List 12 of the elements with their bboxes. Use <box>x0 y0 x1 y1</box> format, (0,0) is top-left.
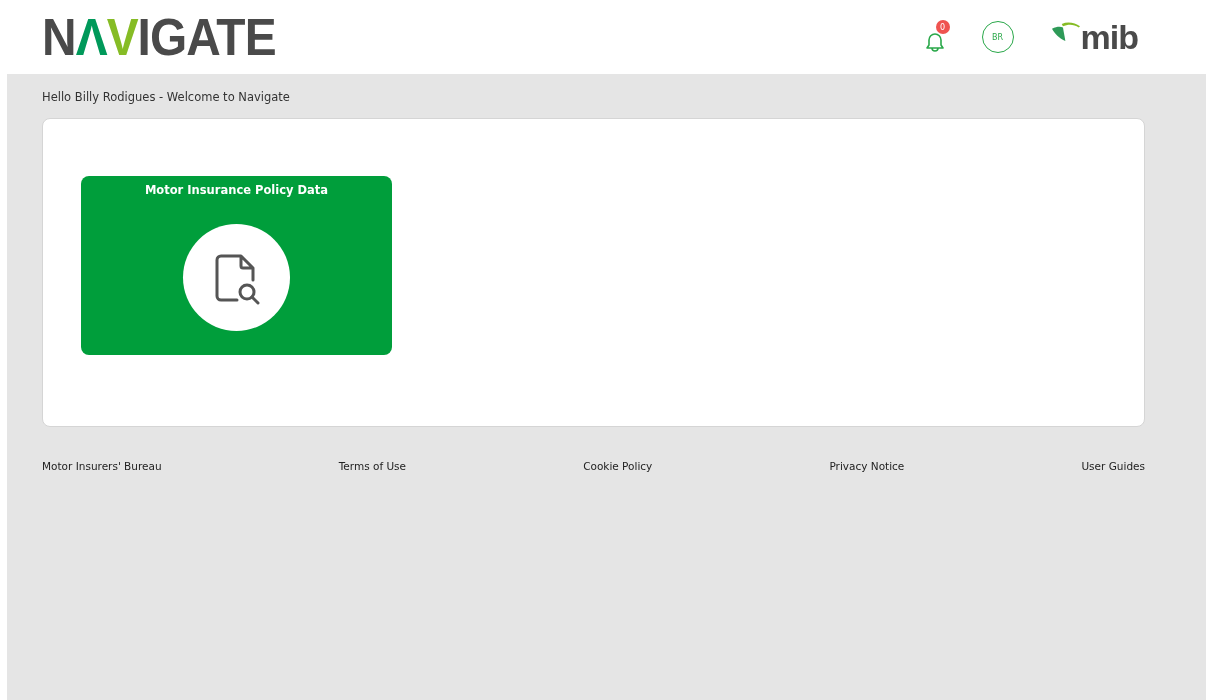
footer-link[interactable]: Motor Insurers' Bureau <box>42 460 162 472</box>
footer-link[interactable]: Privacy Notice <box>829 460 905 472</box>
footer-link[interactable]: Cookie Policy <box>583 460 653 472</box>
greeting-text: Hello Billy Rodigues - Welcome to Navigate <box>42 90 291 104</box>
notification-count: 0 <box>935 20 950 34</box>
mib-logo: mib <box>1080 21 1138 53</box>
footer-link[interactable]: User Guides <box>1081 460 1145 472</box>
swoosh-icon <box>1051 21 1080 41</box>
service-tile[interactable]: Motor Insurance Policy Data <box>81 176 392 355</box>
navigate-logo: NΛVIGATE <box>42 11 276 63</box>
footer-link[interactable]: Terms of Use <box>338 460 407 472</box>
tile-title: Motor Insurance Policy Data <box>144 183 329 197</box>
